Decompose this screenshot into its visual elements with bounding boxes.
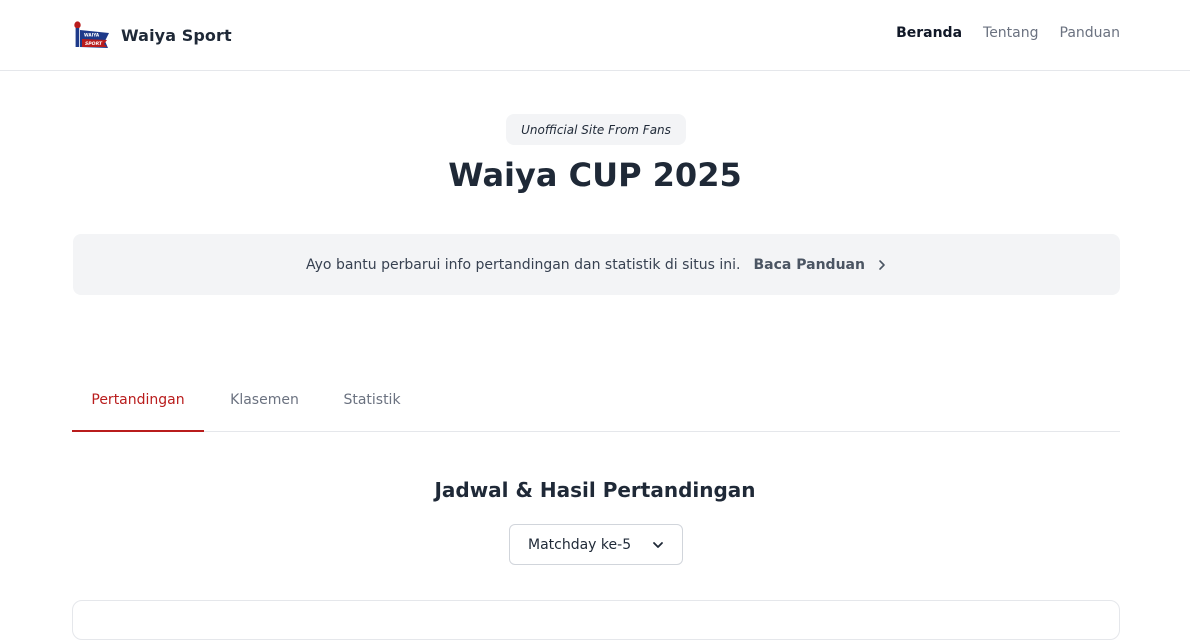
brand-link[interactable]: WAIYA SPORT Waiya Sport xyxy=(72,18,232,52)
tab-pertandingan[interactable]: Pertandingan xyxy=(72,381,204,432)
logo-text-top: WAIYA xyxy=(84,33,100,38)
top-navbar: WAIYA SPORT Waiya Sport Beranda Tentang … xyxy=(0,0,1190,71)
chevron-right-icon xyxy=(879,259,885,270)
tab-label: Statistik xyxy=(343,392,401,408)
matchday-select[interactable]: Matchday ke-5 xyxy=(509,524,683,565)
unofficial-badge: Unofficial Site From Fans xyxy=(506,114,686,145)
chevron-down-icon xyxy=(653,542,663,548)
match-card xyxy=(72,600,1120,640)
matchday-select-value: Matchday ke-5 xyxy=(528,536,632,553)
page-title: Waiya CUP 2025 xyxy=(448,156,742,194)
tab-klasemen[interactable]: Klasemen xyxy=(220,381,309,432)
nav-link-panduan[interactable]: Panduan xyxy=(1060,25,1120,41)
tab-bar: Pertandingan Klasemen Statistik xyxy=(72,381,1120,432)
main-nav: Beranda Tentang Panduan xyxy=(896,25,1120,41)
brand-name: Waiya Sport xyxy=(121,25,232,45)
nav-link-tentang[interactable]: Tentang xyxy=(983,25,1039,41)
tab-label: Pertandingan xyxy=(91,392,185,408)
logo-text-bottom: SPORT xyxy=(85,41,103,47)
waiya-sport-logo: WAIYA SPORT xyxy=(74,21,109,48)
tab-statistik[interactable]: Statistik xyxy=(334,381,410,432)
read-guide-label: Baca Panduan xyxy=(753,256,865,273)
read-guide-link[interactable]: Baca Panduan xyxy=(754,257,887,273)
tab-label: Klasemen xyxy=(230,392,299,408)
notice-text: Ayo bantu perbarui info pertandingan dan… xyxy=(306,256,741,273)
notice-banner: Ayo bantu perbarui info pertandingan dan… xyxy=(73,234,1120,295)
section-title: Jadwal & Hasil Pertandingan xyxy=(434,478,756,502)
nav-link-beranda[interactable]: Beranda xyxy=(896,25,962,41)
